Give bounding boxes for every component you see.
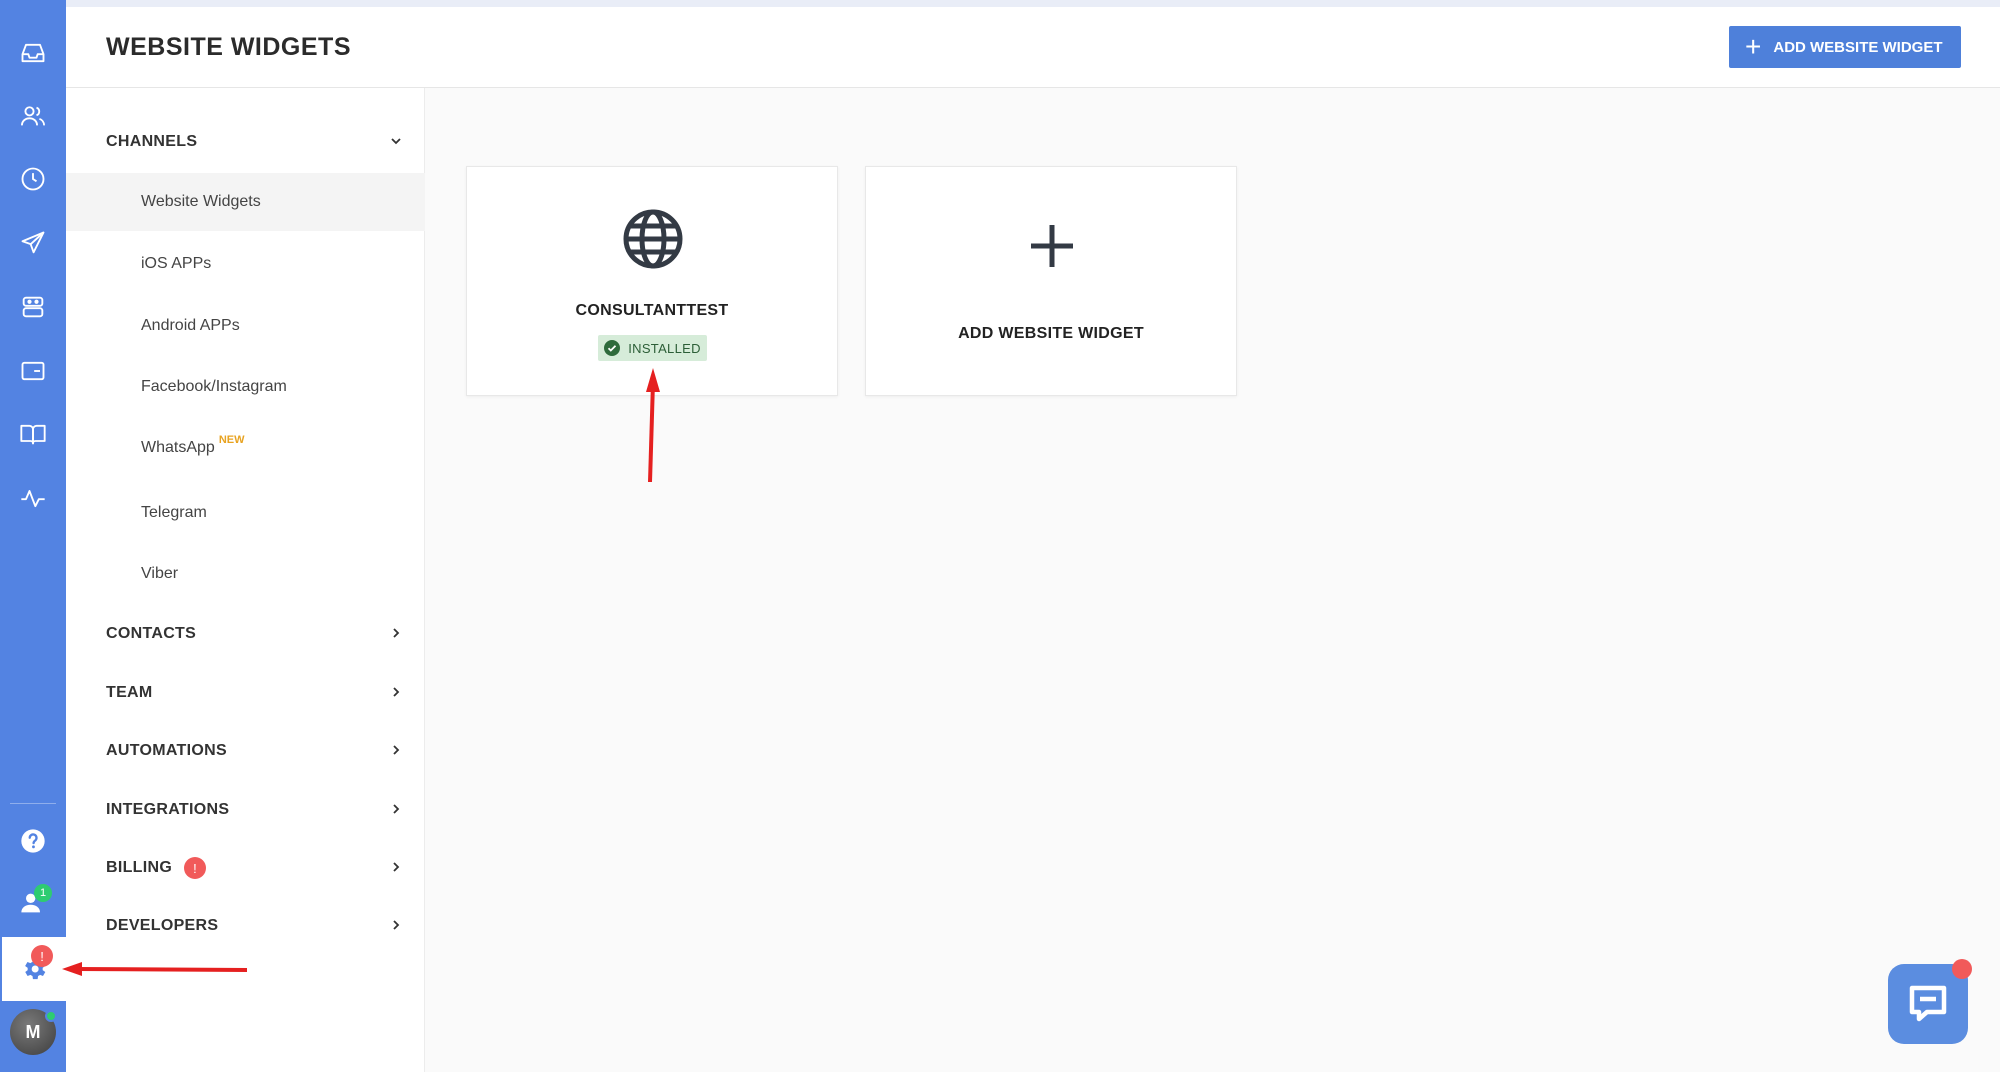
rail-help[interactable] bbox=[0, 811, 66, 871]
chevron-right-icon bbox=[393, 687, 400, 697]
rail-analytics[interactable] bbox=[0, 468, 66, 528]
rail-knowledge-base[interactable] bbox=[0, 404, 66, 464]
sidebar-item-whatsapp[interactable]: WhatsApp NEW bbox=[66, 419, 425, 477]
settings-sidebar: CHANNELS Website Widgets iOS APPs Androi… bbox=[66, 88, 425, 1072]
chat-notification-dot bbox=[1952, 959, 1972, 979]
chevron-down-icon bbox=[391, 138, 401, 145]
add-widget-title: ADD WEBSITE WIDGET bbox=[958, 325, 1144, 342]
plus-icon bbox=[1031, 225, 1073, 267]
chevron-right-icon bbox=[393, 920, 400, 930]
help-icon bbox=[21, 829, 45, 853]
installed-badge: INSTALLED bbox=[598, 335, 707, 361]
icon-rail: 1 ! bbox=[0, 0, 66, 1072]
plus-icon: + bbox=[1745, 31, 1762, 62]
globe-icon bbox=[623, 209, 683, 269]
inbox-icon bbox=[21, 43, 45, 63]
rail-history[interactable] bbox=[0, 149, 66, 209]
installed-label: INSTALLED bbox=[628, 340, 701, 356]
history-icon bbox=[21, 167, 45, 191]
add-website-widget-button[interactable]: + ADD WEBSITE WIDGET bbox=[1729, 26, 1961, 68]
section-label: DEVELOPERS bbox=[106, 917, 219, 934]
chevron-right-icon bbox=[393, 862, 400, 872]
widget-icon bbox=[21, 361, 45, 381]
sidebar-item-label: Website Widgets bbox=[141, 193, 261, 210]
rail-bots[interactable] bbox=[0, 277, 66, 337]
send-icon bbox=[21, 231, 45, 254]
widget-card-consultanttest[interactable]: CONSULTANTTEST INSTALLED bbox=[466, 166, 838, 396]
bot-icon bbox=[22, 296, 44, 318]
sidebar-item-label: WhatsApp bbox=[141, 439, 215, 456]
sidebar-item-website-widgets[interactable]: Website Widgets bbox=[66, 173, 425, 231]
sidebar-item-viber[interactable]: Viber bbox=[66, 545, 425, 603]
check-circle-icon bbox=[604, 340, 621, 356]
sidebar-item-ios-apps[interactable]: iOS APPs bbox=[66, 235, 425, 293]
sidebar-section-developers[interactable]: DEVELOPERS bbox=[66, 904, 425, 948]
widget-title: CONSULTANTTEST bbox=[575, 302, 729, 319]
sidebar-item-label: Facebook/Instagram bbox=[141, 378, 287, 395]
chat-icon bbox=[1909, 985, 1947, 1022]
chevron-right-icon bbox=[393, 628, 400, 638]
knowledge-book-icon bbox=[20, 424, 46, 445]
sidebar-section-billing[interactable]: BILLING ! bbox=[66, 846, 425, 890]
section-label: CONTACTS bbox=[106, 625, 197, 642]
chevron-right-icon bbox=[393, 745, 400, 755]
rail-team[interactable] bbox=[0, 873, 66, 933]
page-header: WEBSITE WIDGETS + ADD WEBSITE WIDGET bbox=[66, 7, 2000, 88]
sidebar-item-label: iOS APPs bbox=[141, 255, 212, 272]
sidebar-section-channels[interactable]: CHANNELS bbox=[66, 120, 425, 164]
sidebar-item-label: Telegram bbox=[141, 504, 207, 521]
section-label: AUTOMATIONS bbox=[106, 742, 227, 759]
new-tag: NEW bbox=[218, 434, 245, 446]
section-label: CHANNELS bbox=[106, 133, 198, 150]
rail-divider bbox=[10, 803, 56, 804]
sidebar-section-team[interactable]: TEAM bbox=[66, 671, 425, 715]
billing-alert-badge: ! bbox=[184, 857, 207, 879]
team-badge: 1 bbox=[34, 884, 52, 902]
sidebar-item-android-apps[interactable]: Android APPs bbox=[66, 297, 425, 355]
top-strip bbox=[0, 0, 2000, 7]
contacts-icon bbox=[20, 106, 46, 126]
analytics-icon bbox=[21, 490, 45, 508]
online-status-dot bbox=[45, 1010, 57, 1022]
annotation-arrow-up bbox=[648, 381, 655, 483]
rail-inbox[interactable] bbox=[0, 23, 66, 83]
chevron-right-icon bbox=[393, 804, 400, 814]
settings-badge: ! bbox=[31, 945, 53, 967]
section-label: INTEGRATIONS bbox=[106, 801, 230, 818]
sidebar-item-facebook-instagram[interactable]: Facebook/Instagram bbox=[66, 358, 425, 416]
sidebar-item-label: Android APPs bbox=[141, 317, 240, 334]
add-website-widget-card[interactable]: ADD WEBSITE WIDGET bbox=[865, 166, 1237, 396]
sidebar-section-contacts[interactable]: CONTACTS bbox=[66, 612, 425, 656]
section-label: BILLING bbox=[106, 859, 173, 876]
rail-campaigns[interactable] bbox=[0, 213, 66, 273]
sidebar-item-telegram[interactable]: Telegram bbox=[66, 484, 425, 542]
page-title: WEBSITE WIDGETS bbox=[106, 33, 351, 61]
rail-widgets[interactable] bbox=[0, 341, 66, 401]
sidebar-item-label: Viber bbox=[141, 565, 179, 582]
add-website-widget-label: ADD WEBSITE WIDGET bbox=[1773, 38, 1943, 56]
sidebar-section-integrations[interactable]: INTEGRATIONS bbox=[66, 788, 425, 832]
rail-contacts[interactable] bbox=[0, 86, 66, 146]
sidebar-section-automations[interactable]: AUTOMATIONS bbox=[66, 729, 425, 773]
section-label: TEAM bbox=[106, 684, 153, 701]
